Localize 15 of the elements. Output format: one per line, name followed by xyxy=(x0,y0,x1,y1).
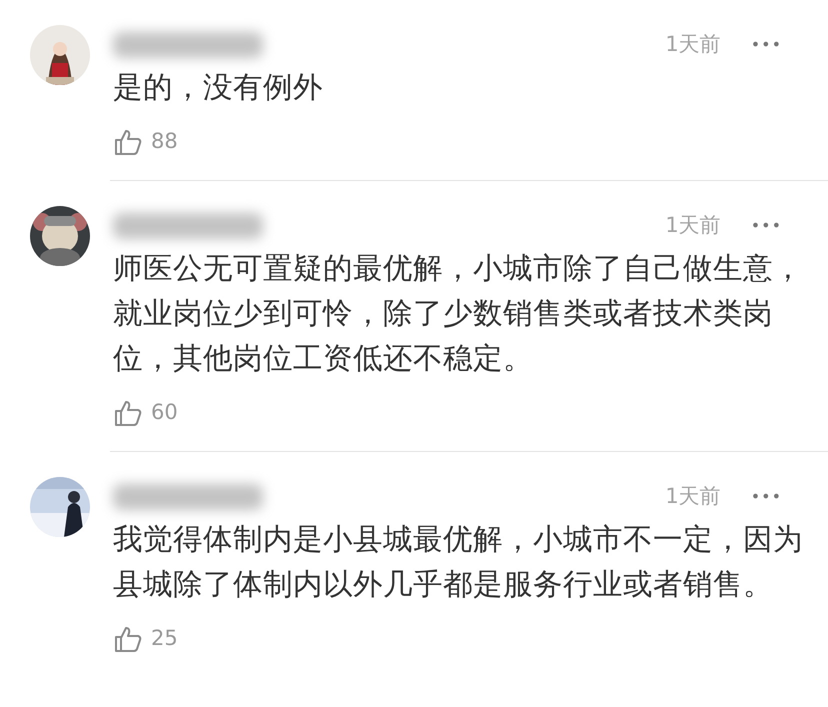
thumbs-up-icon[interactable] xyxy=(113,398,143,428)
comment-text: 我觉得体制内是小县城最优解，小城市不一定，因为县城除了体制内以外几乎都是服务行业或者销售。 xyxy=(113,521,803,603)
timestamp: 1天前 xyxy=(665,31,721,58)
more-button[interactable]: ••• xyxy=(750,489,782,505)
timestamp: 1天前 xyxy=(665,483,721,510)
like-count: 88 xyxy=(151,128,178,156)
like-count: 25 xyxy=(151,625,178,652)
thumbs-up-icon[interactable] xyxy=(113,127,143,157)
timestamp: 1天前 xyxy=(665,212,721,240)
thumbs-up-icon[interactable] xyxy=(113,624,143,654)
like-count: 60 xyxy=(151,399,178,426)
comment-text: 是的，没有例外 xyxy=(113,69,324,106)
more-button[interactable]: ••• xyxy=(750,218,782,234)
more-button[interactable]: ••• xyxy=(750,37,782,53)
comment-text: 师医公无可置疑的最优解，小城市除了自己做生意，就业岗位少到可怜，除了少数销售类或者技术类岗位，其他岗位工资低还不稳定。 xyxy=(113,250,803,377)
